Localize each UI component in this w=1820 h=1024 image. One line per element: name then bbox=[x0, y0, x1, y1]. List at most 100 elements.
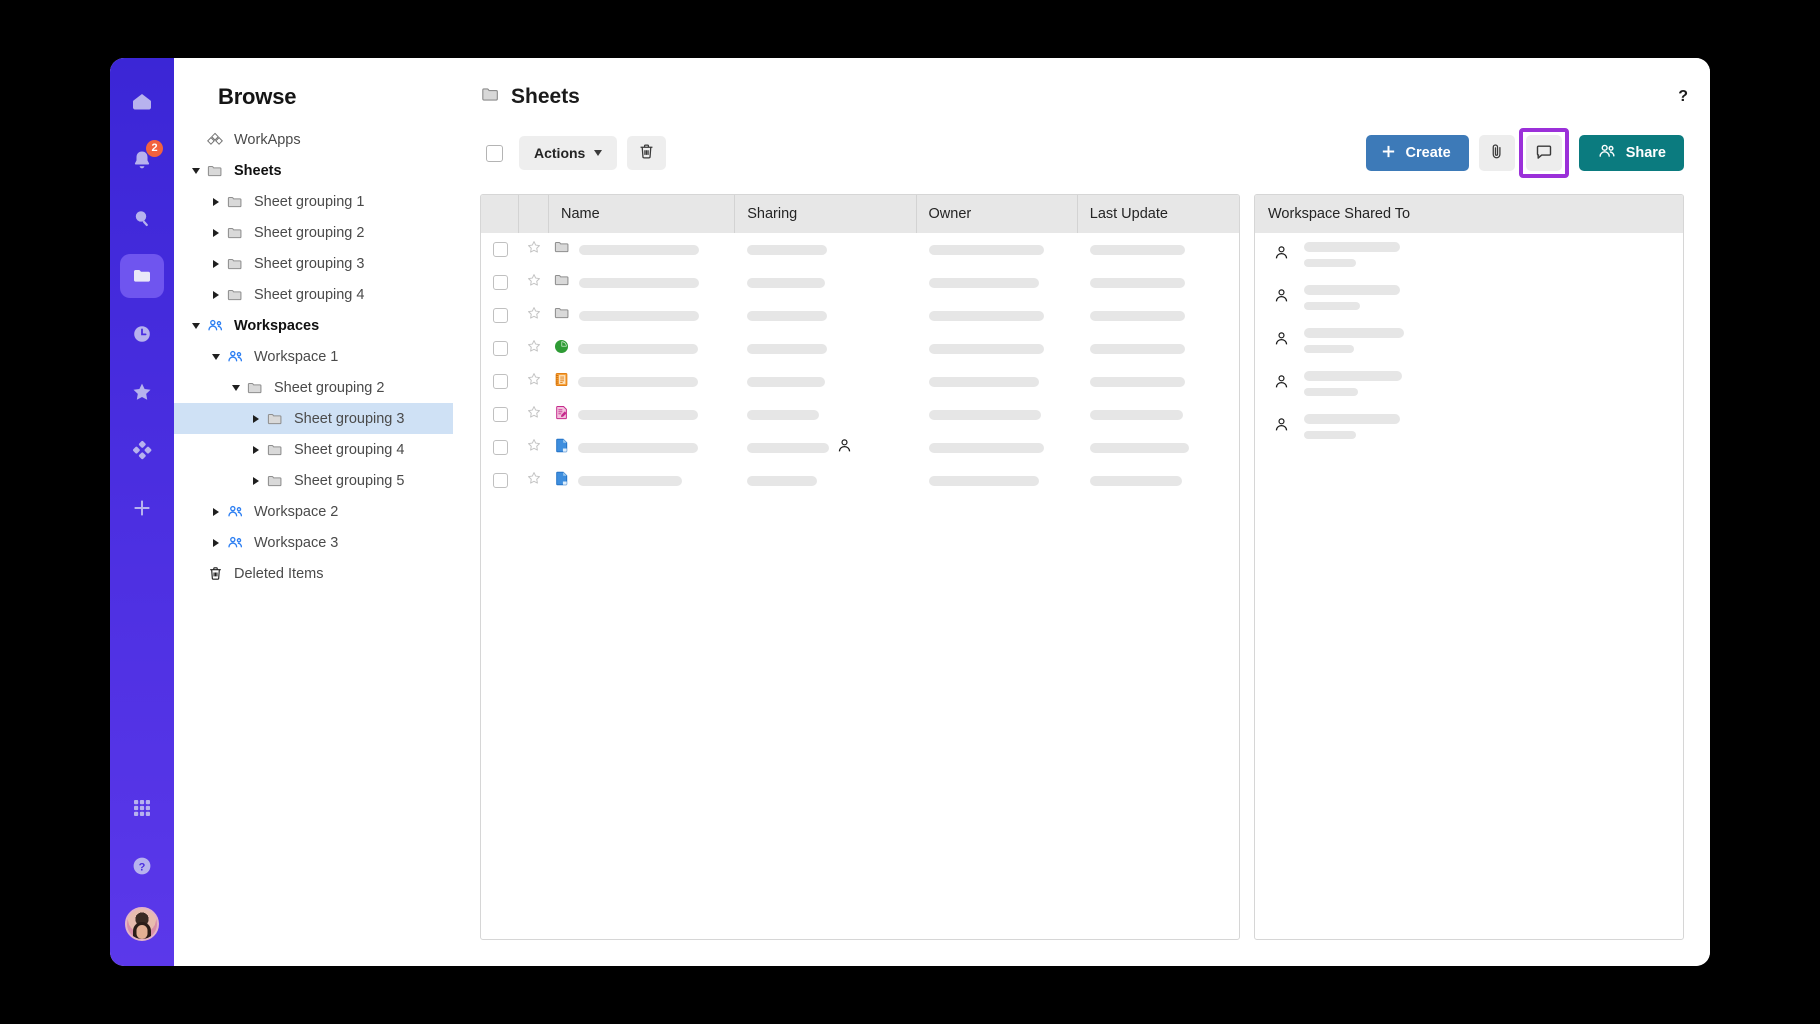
tree-item-label: Workspaces bbox=[234, 317, 320, 334]
tree-item-sheet-grouping-2-3[interactable]: Sheet grouping 2 bbox=[174, 217, 453, 248]
table-row[interactable] bbox=[481, 233, 1239, 266]
select-all-checkbox[interactable] bbox=[486, 144, 503, 162]
home-icon[interactable] bbox=[120, 80, 164, 124]
column-header-sharing[interactable]: Sharing bbox=[735, 195, 917, 233]
column-header-last-update[interactable]: Last Update bbox=[1078, 195, 1239, 233]
row-owner-cell bbox=[917, 277, 1078, 288]
caret-right-icon[interactable] bbox=[208, 225, 224, 241]
row-favorite-cell bbox=[519, 239, 549, 260]
tree-item-sheet-grouping-1-2[interactable]: Sheet grouping 1 bbox=[174, 186, 453, 217]
tree-item-sheet-grouping-4-10[interactable]: Sheet grouping 4 bbox=[174, 434, 453, 465]
tree-item-sheet-grouping-2-8[interactable]: Sheet grouping 2 bbox=[174, 372, 453, 403]
caret-right-icon[interactable] bbox=[208, 504, 224, 520]
attachment-button[interactable] bbox=[1478, 135, 1515, 171]
shared-list-item[interactable] bbox=[1255, 362, 1683, 405]
table-row[interactable] bbox=[481, 299, 1239, 332]
tree-item-workspace-1-7[interactable]: Workspace 1 bbox=[174, 341, 453, 372]
workapps-diamond-icon[interactable] bbox=[120, 428, 164, 472]
tree-item-deleted-items-14[interactable]: Deleted Items bbox=[174, 558, 453, 589]
star-outline-icon[interactable] bbox=[526, 272, 542, 293]
create-button[interactable]: Create bbox=[1365, 135, 1469, 171]
star-outline-icon[interactable] bbox=[526, 437, 542, 458]
row-checkbox[interactable] bbox=[492, 275, 508, 290]
row-sharing-cell bbox=[735, 409, 916, 420]
row-sharing-placeholder bbox=[747, 277, 826, 288]
row-favorite-cell bbox=[519, 272, 549, 293]
caret-down-icon[interactable] bbox=[188, 318, 204, 334]
shared-user-name-placeholder bbox=[1304, 285, 1400, 295]
recents-clock-icon[interactable] bbox=[120, 312, 164, 356]
column-header-owner[interactable]: Owner bbox=[917, 195, 1078, 233]
table-row[interactable] bbox=[481, 332, 1239, 365]
star-outline-icon[interactable] bbox=[526, 404, 542, 425]
browse-sidebar: Browse WorkApps Sheets Sheet grouping 1 She… bbox=[174, 58, 454, 966]
table-row[interactable] bbox=[481, 266, 1239, 299]
caret-right-icon[interactable] bbox=[208, 535, 224, 551]
folder-icon bbox=[224, 255, 246, 273]
star-outline-icon[interactable] bbox=[526, 470, 542, 491]
star-outline-icon[interactable] bbox=[526, 371, 542, 392]
table-body bbox=[481, 233, 1239, 939]
row-name-cell bbox=[549, 271, 735, 294]
tree-item-workspaces-6[interactable]: Workspaces bbox=[174, 310, 453, 341]
row-checkbox[interactable] bbox=[492, 308, 508, 323]
tree-item-workapps-0[interactable]: WorkApps bbox=[174, 124, 453, 155]
shared-list-item[interactable] bbox=[1255, 233, 1683, 276]
tree-item-sheet-grouping-3-4[interactable]: Sheet grouping 3 bbox=[174, 248, 453, 279]
search-icon[interactable] bbox=[120, 196, 164, 240]
user-avatar[interactable] bbox=[120, 902, 164, 946]
caret-down-icon[interactable] bbox=[208, 349, 224, 365]
delete-button[interactable] bbox=[627, 136, 667, 170]
tree-item-sheet-grouping-3-9[interactable]: Sheet grouping 3 bbox=[174, 403, 453, 434]
row-checkbox[interactable] bbox=[492, 440, 508, 455]
shared-list-item[interactable] bbox=[1255, 319, 1683, 362]
app-grid-icon[interactable] bbox=[120, 786, 164, 830]
notifications-bell-icon[interactable]: 2 bbox=[120, 138, 164, 182]
caret-right-icon[interactable] bbox=[248, 473, 264, 489]
star-outline-icon[interactable] bbox=[526, 338, 542, 359]
tree-item-workspace-2-12[interactable]: Workspace 2 bbox=[174, 496, 453, 527]
browse-folder-icon[interactable] bbox=[120, 254, 164, 298]
help-question-icon[interactable]: ? bbox=[120, 844, 164, 888]
tree-item-sheets-1[interactable]: Sheets bbox=[174, 155, 453, 186]
row-checkbox[interactable] bbox=[492, 341, 508, 356]
tree-item-sheet-grouping-5-11[interactable]: Sheet grouping 5 bbox=[174, 465, 453, 496]
create-plus-icon[interactable] bbox=[120, 486, 164, 530]
table-row[interactable] bbox=[481, 431, 1239, 464]
caret-right-icon[interactable] bbox=[248, 442, 264, 458]
row-sharing-cell bbox=[735, 277, 916, 288]
trash-icon bbox=[204, 565, 226, 582]
row-checkbox[interactable] bbox=[492, 242, 508, 257]
caret-right-icon[interactable] bbox=[208, 256, 224, 272]
row-checkbox[interactable] bbox=[492, 407, 508, 422]
caret-right-icon[interactable] bbox=[208, 287, 224, 303]
row-name-cell bbox=[549, 470, 735, 492]
row-name-placeholder bbox=[578, 376, 698, 387]
star-outline-icon[interactable] bbox=[526, 239, 542, 260]
help-question-button[interactable]: ? bbox=[1678, 88, 1688, 106]
person-icon bbox=[1272, 286, 1291, 310]
shared-list-item[interactable] bbox=[1255, 405, 1683, 448]
table-row[interactable] bbox=[481, 464, 1239, 497]
caret-down-icon[interactable] bbox=[188, 163, 204, 179]
actions-button[interactable]: Actions bbox=[519, 136, 618, 170]
table-row[interactable] bbox=[481, 365, 1239, 398]
workspace-icon bbox=[204, 316, 226, 335]
caret-right-icon[interactable] bbox=[248, 411, 264, 427]
tree-item-workspace-3-13[interactable]: Workspace 3 bbox=[174, 527, 453, 558]
row-last-update-cell bbox=[1078, 244, 1239, 255]
row-owner-placeholder bbox=[928, 310, 1044, 321]
table-row[interactable] bbox=[481, 398, 1239, 431]
tree-item-sheet-grouping-4-5[interactable]: Sheet grouping 4 bbox=[174, 279, 453, 310]
shared-list-item[interactable] bbox=[1255, 276, 1683, 319]
favorites-star-icon[interactable] bbox=[120, 370, 164, 414]
column-header-name[interactable]: Name bbox=[549, 195, 736, 233]
caret-right-icon[interactable] bbox=[208, 194, 224, 210]
share-button[interactable]: Share bbox=[1578, 135, 1684, 171]
tree-item-label: Workspace 2 bbox=[254, 503, 339, 520]
row-checkbox[interactable] bbox=[492, 374, 508, 389]
star-outline-icon[interactable] bbox=[526, 305, 542, 326]
comment-button[interactable] bbox=[1525, 135, 1562, 171]
caret-down-icon[interactable] bbox=[228, 380, 244, 396]
row-checkbox[interactable] bbox=[492, 473, 508, 488]
